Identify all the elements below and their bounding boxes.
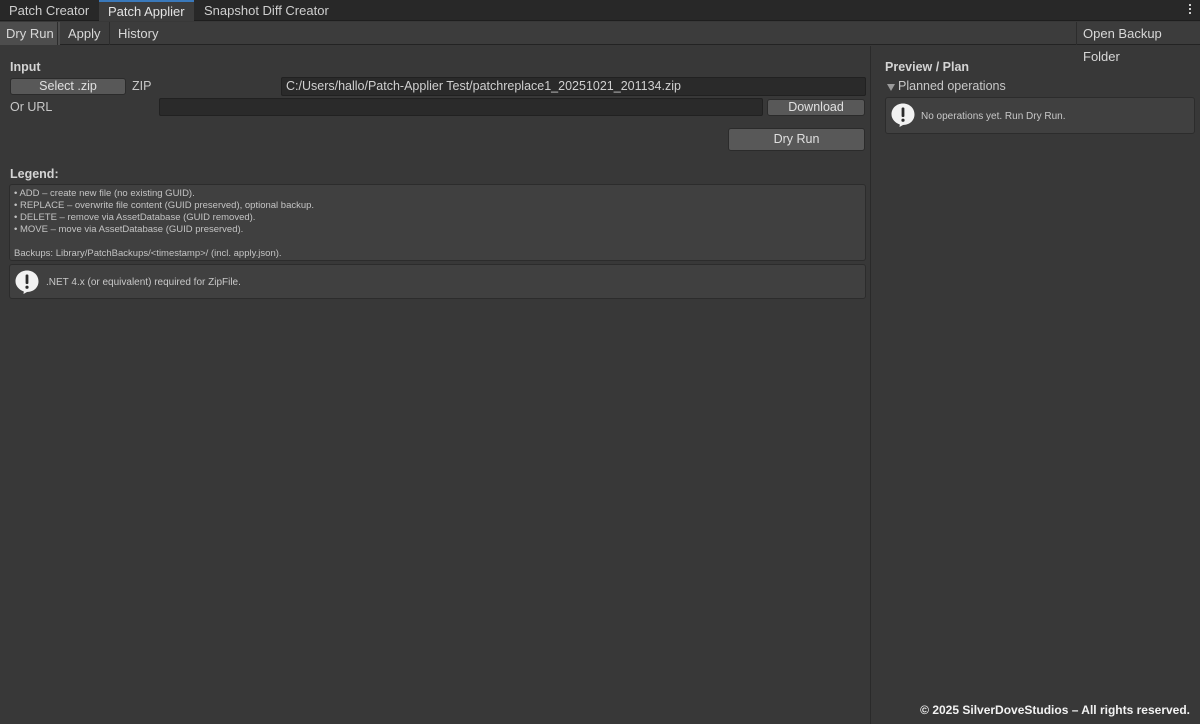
select-zip-button[interactable]: Select .zip — [10, 78, 126, 95]
preview-panel: Preview / Plan Planned operations No ope… — [870, 46, 1200, 724]
legend-line-replace: • REPLACE – overwrite file content (GUID… — [14, 200, 315, 211]
toolbar-apply-button[interactable]: Apply — [62, 22, 107, 45]
toolbar-separator — [57, 22, 58, 45]
more-options-icon[interactable] — [1187, 2, 1193, 18]
net-requirement-helpbox: .NET 4.x (or equivalent) required for Zi… — [9, 264, 866, 299]
open-backup-folder-button[interactable]: Open Backup Folder — [1077, 22, 1200, 64]
legend-line-blank — [14, 236, 865, 248]
planned-operations-foldout[interactable]: Planned operations — [898, 79, 1006, 93]
zip-path-field[interactable]: C:/Users/hallo/Patch-Applier Test/patchr… — [281, 77, 866, 96]
window-tab-bar: Patch Creator Patch Applier Snapshot Dif… — [0, 0, 1200, 21]
legend-heading: Legend: — [10, 167, 59, 181]
tab-patch-applier[interactable]: Patch Applier — [99, 0, 194, 21]
toolbar: Dry Run Apply History Open Backup Folder — [0, 22, 1200, 64]
download-button[interactable]: Download — [767, 99, 865, 116]
url-label: Or URL — [10, 100, 53, 114]
tab-patch-creator[interactable]: Patch Creator — [0, 0, 98, 21]
toolbar-separator — [109, 22, 110, 45]
legend-line-backups: Backups: Library/PatchBackups/<timestamp… — [14, 248, 282, 259]
url-input[interactable] — [159, 98, 763, 116]
net-requirement-text: .NET 4.x (or equivalent) required for Zi… — [46, 277, 241, 288]
legend-box: • ADD – create new file (no existing GUI… — [9, 184, 866, 261]
no-operations-helpbox: No operations yet. Run Dry Run. — [885, 97, 1195, 134]
no-operations-text: No operations yet. Run Dry Run. — [921, 111, 1066, 122]
input-heading: Input — [10, 60, 41, 74]
legend-line-delete: • DELETE – remove via AssetDatabase (GUI… — [14, 212, 256, 223]
zip-label: ZIP — [132, 79, 152, 93]
copyright-footer: © 2025 SilverDoveStudios – All rights re… — [920, 703, 1190, 717]
legend-line-move: • MOVE – move via AssetDatabase (GUID pr… — [14, 224, 244, 235]
tab-snapshot-diff-creator[interactable]: Snapshot Diff Creator — [195, 0, 338, 21]
toolbar-dry-run-button[interactable]: Dry Run — [0, 22, 60, 45]
info-icon — [891, 103, 915, 127]
foldout-arrow-down-icon[interactable] — [887, 84, 895, 91]
dry-run-button[interactable]: Dry Run — [728, 128, 865, 151]
toolbar-history-button[interactable]: History — [112, 22, 164, 45]
preview-heading: Preview / Plan — [885, 60, 970, 74]
input-panel: Input Select .zip ZIP C:/Users/hallo/Pat… — [0, 46, 870, 724]
legend-line-add: • ADD – create new file (no existing GUI… — [14, 188, 195, 199]
info-icon — [15, 270, 39, 294]
